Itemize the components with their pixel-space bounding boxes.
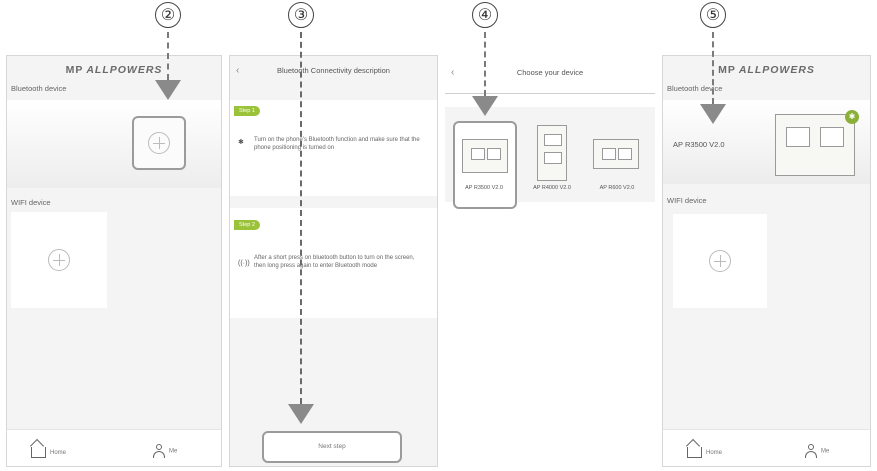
step-number-5: ⑤ [700,2,726,28]
tab-home[interactable]: Home [31,447,66,458]
annotation-arrow-2 [155,80,181,100]
annotation-arrow-4 [472,96,498,116]
step1-card: Step 1 ✱ Turn on the phone's Bluetooth f… [230,100,437,196]
r4000-device-image [537,125,567,181]
step1-badge: Step 1 [234,106,260,116]
device-label-r600: AP R600 V2.0 [599,185,635,191]
device-label-r3500: AP R3500 V2.0 [465,185,503,191]
bluetooth-section-label: Bluetooth device [11,84,67,93]
annotation-arrow-3 [288,404,314,424]
device-option-r600[interactable]: AP R600 V2.0 [587,121,647,207]
device-option-r3500[interactable]: AP R3500 V2.0 [453,121,517,209]
annotation-dashed-line-2 [167,32,169,80]
tab-me[interactable]: Me [153,444,177,458]
brand-logo: MP ALLPOWERS [65,64,163,76]
bluetooth-connected-icon: ✱ [845,110,859,124]
step1-text: Turn on the phone's Bluetooth function a… [254,137,420,151]
bottom-tab-bar: Home Me [663,429,870,466]
back-chevron-icon[interactable]: ‹ [451,55,454,91]
step2-card: Step 2 ((·)) After a short press on blue… [230,208,437,318]
connectivity-title: Bluetooth Connectivity description [277,66,390,75]
phone-screen-home-empty: MP ALLPOWERS Bluetooth device WIFI device… [6,55,222,467]
add-bluetooth-device-button[interactable] [132,116,186,170]
bluetooth-section-label: Bluetooth device [667,84,723,93]
phone-screen-home-connected: MP ALLPOWERS Bluetooth device AP R3500 V2… [662,55,871,467]
home-icon [31,447,46,458]
step-number-2: ② [155,2,181,28]
step-number-4: ④ [472,2,498,28]
user-icon [805,444,817,458]
r3500-device-image [462,139,508,173]
back-chevron-icon[interactable]: ‹ [236,56,239,86]
wifi-section-label: WIFI device [667,196,707,205]
device-list: AP R3500 V2.0 AP R4000 V2.0 AP R600 V2.0 [445,107,655,209]
annotation-arrow-5 [700,104,726,124]
annotation-dashed-line-4 [484,32,486,96]
user-icon [153,444,165,458]
device-label-r4000: AP R4000 V2.0 [533,185,571,191]
home-icon [687,447,702,458]
tab-me[interactable]: Me [805,444,829,458]
bluetooth-device-card [7,100,221,188]
add-wifi-device-card[interactable] [11,212,107,308]
annotation-dashed-line-3 [300,32,302,404]
step-number-3: ③ [288,2,314,28]
tab-home[interactable]: Home [687,447,722,458]
plus-icon [709,250,731,272]
bottom-tab-bar: Home Me [7,429,221,466]
phone-screen-connectivity: ‹ Bluetooth Connectivity description Ste… [229,55,438,467]
step2-text: After a short press on bluetooth button … [254,255,415,269]
next-step-button[interactable]: Next step [262,431,402,463]
r600-device-image [593,139,639,169]
add-wifi-device-card[interactable] [673,214,767,308]
connectivity-header: ‹ Bluetooth Connectivity description [230,56,437,86]
annotation-dashed-line-5 [712,32,714,104]
brand-logo: MP ALLPOWERS [718,64,815,76]
step2-badge: Step 2 [234,220,260,230]
connected-device-card[interactable]: AP R3500 V2.0 ✱ [663,100,870,184]
device-option-r4000[interactable]: AP R4000 V2.0 [523,121,581,207]
signal-icon: ((·)) [238,260,250,267]
plus-icon [148,132,170,154]
connected-device-name: AP R3500 V2.0 [673,140,725,149]
phone-screen-choose-device: ‹ Choose your device AP R3500 V2.0 AP R4… [445,55,655,467]
bluetooth-icon: ✱ [238,139,244,146]
plus-icon [48,249,70,271]
choose-title: Choose your device [516,68,584,77]
wifi-section-label: WIFI device [11,198,51,207]
r3500-device-image [775,114,855,176]
choose-header: ‹ Choose your device [445,55,655,94]
